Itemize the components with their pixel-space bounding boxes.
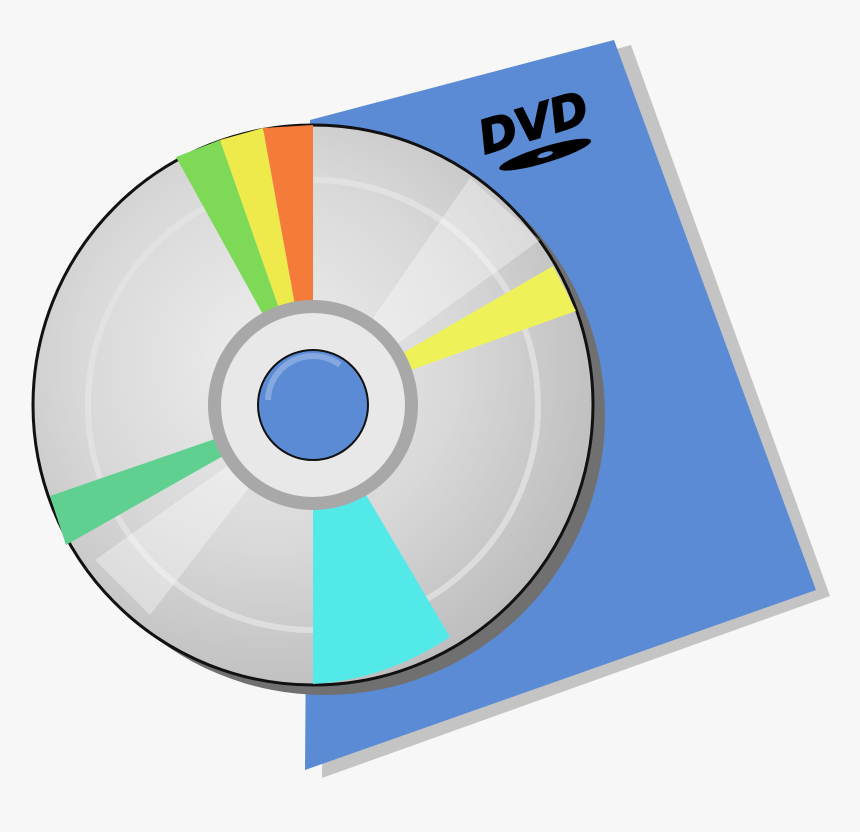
dvd-clipart-canvas: DVD <box>31 40 830 778</box>
disc-center-hole <box>257 349 369 461</box>
